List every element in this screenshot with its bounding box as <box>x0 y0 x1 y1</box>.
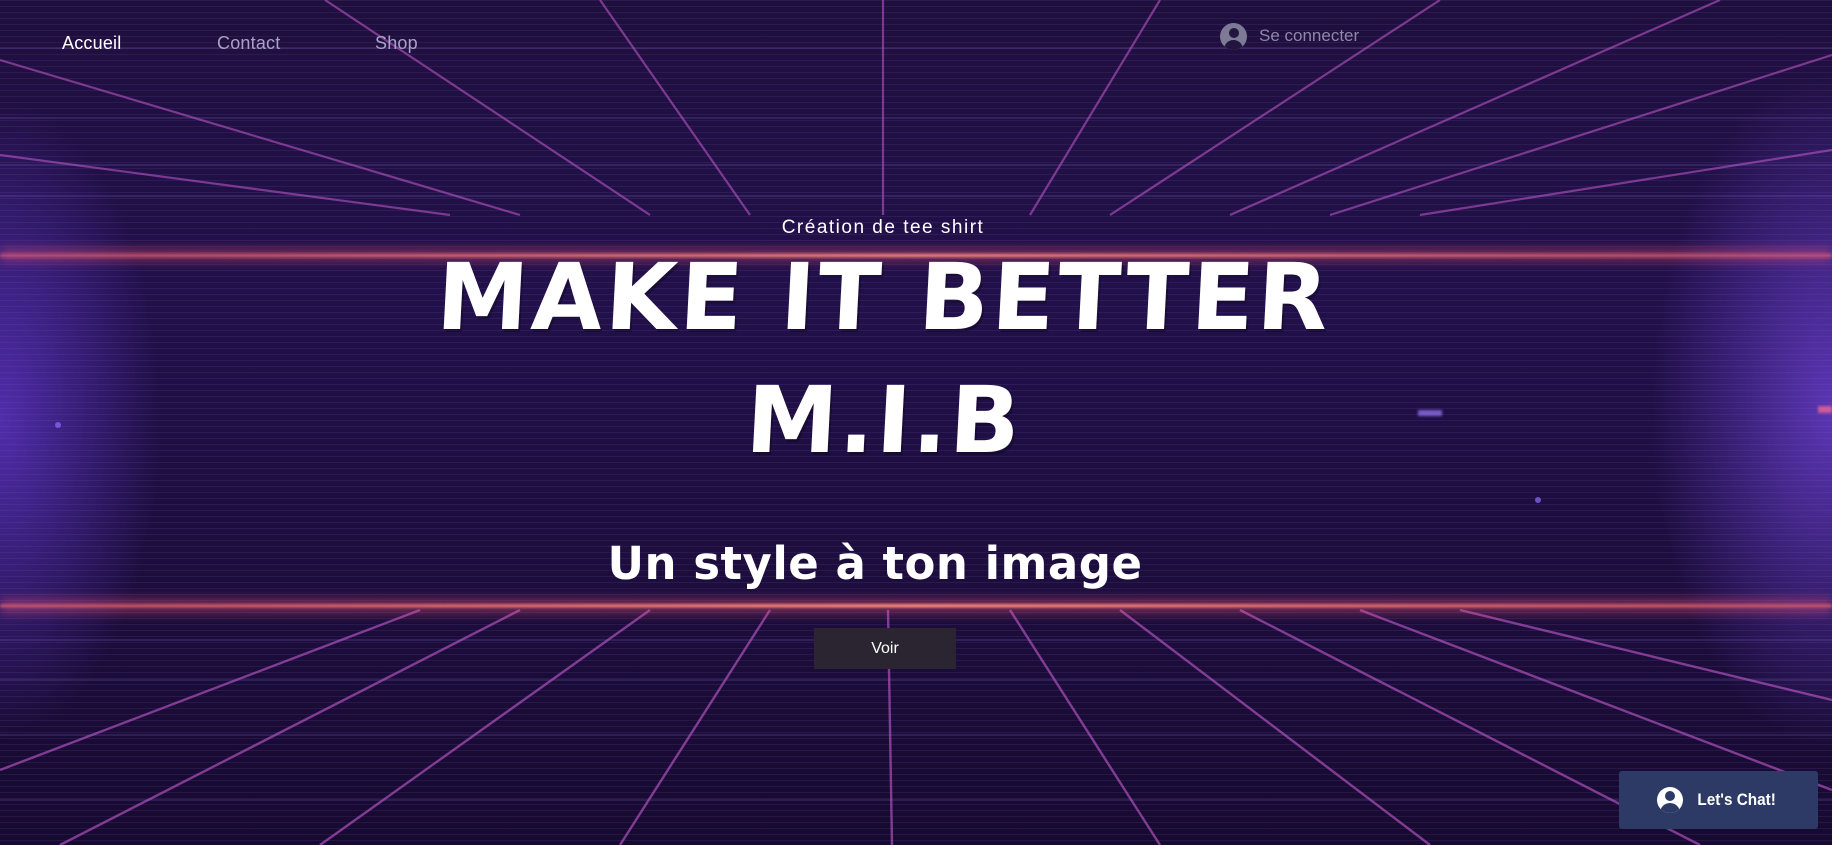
login-button[interactable]: Se connecter <box>1220 22 1359 50</box>
hero-background: Accueil Contact Shop Se connecter Créati… <box>0 0 1832 845</box>
nav-link-accueil[interactable]: Accueil <box>62 33 121 54</box>
voir-button[interactable]: Voir <box>814 628 956 669</box>
chat-label: Let's Chat! <box>1697 790 1776 809</box>
user-avatar-icon <box>1656 787 1683 813</box>
hero-tagline: Un style à ton image <box>607 537 1143 590</box>
nav-link-shop[interactable]: Shop <box>375 33 418 54</box>
login-label: Se connecter <box>1259 26 1360 45</box>
hero-brand-acronym: M.I.B <box>743 367 1025 474</box>
hero-title: MAKE IT BETTER <box>434 244 1334 351</box>
user-avatar-icon <box>1220 22 1247 50</box>
main-nav: Accueil Contact Shop Se connecter <box>0 0 1832 90</box>
chat-widget-button[interactable]: Let's Chat! <box>1619 771 1818 829</box>
hero-subtitle: Création de tee shirt <box>781 217 985 238</box>
nav-link-contact[interactable]: Contact <box>217 33 280 54</box>
